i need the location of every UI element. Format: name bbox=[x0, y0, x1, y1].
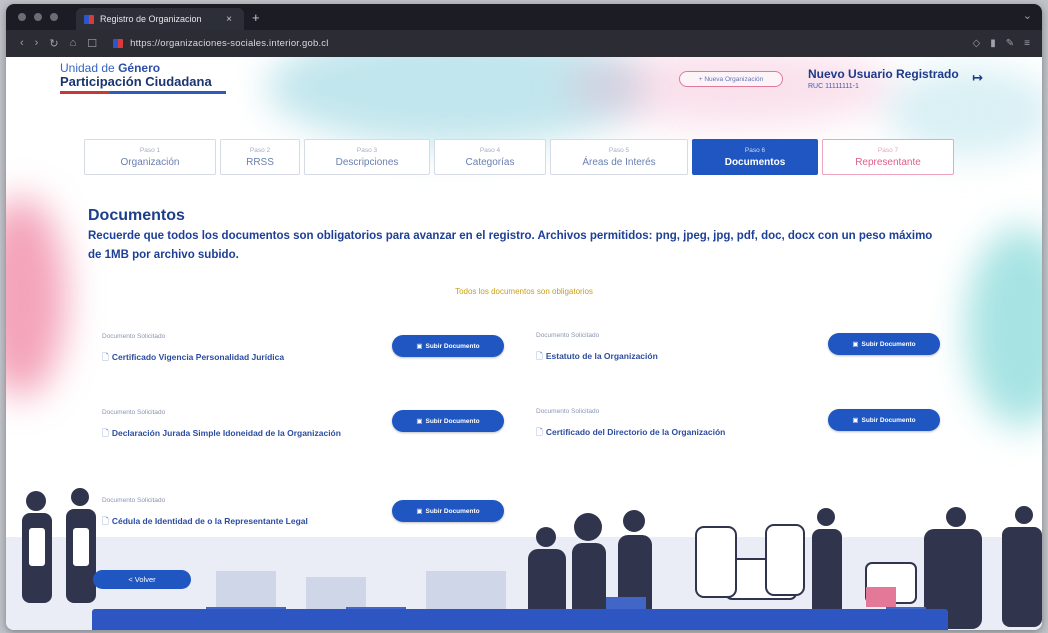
doc-requested-label: Documento Solicitado bbox=[536, 332, 600, 339]
favicon-icon bbox=[84, 14, 94, 24]
upload-icon: ▣ bbox=[416, 508, 423, 515]
back-button[interactable]: < Volver bbox=[93, 570, 191, 589]
document-item-directorio: Documento Solicitado 🗋 Certificado del Di… bbox=[536, 408, 776, 438]
new-organization-button[interactable]: + Nueva Organización bbox=[679, 71, 783, 87]
file-icon: 🗋 bbox=[102, 352, 109, 362]
document-item-estatuto: Documento Solicitado 🗋 Estatuto de la Org… bbox=[536, 332, 776, 362]
doc-name: Certificado del Directorio de la Organiz… bbox=[545, 427, 726, 437]
shield-icon[interactable]: ◇ bbox=[973, 38, 981, 49]
upload-button-directorio[interactable]: ▣ Subir Documento bbox=[828, 409, 940, 431]
step-documentos[interactable]: Paso 6 Documentos bbox=[692, 139, 818, 175]
file-icon: 🗋 bbox=[102, 428, 109, 438]
crowd-illustration bbox=[6, 488, 1042, 630]
document-item-declaracion: Documento Solicitado 🗋 Declaración Jurada… bbox=[102, 409, 342, 439]
maximize-window-dot[interactable] bbox=[50, 13, 58, 21]
upload-button-vigencia[interactable]: ▣ Subir Documento bbox=[392, 335, 504, 357]
upload-icon: ▣ bbox=[852, 417, 859, 424]
document-item-vigencia: Documento Solicitado 🗋 Certificado Vigenc… bbox=[102, 333, 342, 363]
page-content: Unidad de Género Participación Ciudadana… bbox=[6, 57, 1042, 630]
menu-icon[interactable]: ≡ bbox=[1024, 38, 1030, 49]
browser-tab[interactable]: Registro de Organizacion × bbox=[76, 8, 244, 30]
page-description: Recuerde que todos los documentos son ob… bbox=[88, 230, 933, 261]
doc-requested-label: Documento Solicitado bbox=[102, 333, 166, 340]
logo-bold: Género bbox=[118, 61, 161, 75]
upload-icon: ▣ bbox=[852, 341, 859, 348]
doc-name: Declaración Jurada Simple Idoneidad de l… bbox=[111, 428, 341, 438]
window-controls bbox=[18, 13, 58, 21]
step-areas-de-interes[interactable]: Paso 5 Áreas de Interés bbox=[550, 139, 688, 175]
upload-button-cedula[interactable]: ▣ Subir Documento bbox=[392, 500, 504, 522]
step-representante[interactable]: Paso 7 Representante bbox=[822, 139, 954, 175]
bookmark-icon[interactable]: ☐ bbox=[87, 37, 97, 50]
step-categorias[interactable]: Paso 4 Categorías bbox=[434, 139, 546, 175]
doc-requested-label: Documento Solicitado bbox=[536, 408, 600, 415]
registration-stepper: Paso 1 Organización Paso 2 RRSS Paso 3 D… bbox=[84, 139, 954, 175]
close-window-dot[interactable] bbox=[18, 13, 26, 21]
doc-requested-label: Documento Solicitado bbox=[102, 409, 166, 416]
minimize-window-dot[interactable] bbox=[34, 13, 42, 21]
footer-bar bbox=[92, 609, 948, 630]
doc-name: Estatuto de la Organización bbox=[545, 351, 658, 361]
file-icon: 🗋 bbox=[102, 516, 109, 526]
doc-requested-label: Documento Solicitado bbox=[102, 497, 166, 504]
address-bar-row: ‹ › ↻ ⌂ ☐ https://organizaciones-sociale… bbox=[6, 30, 1042, 57]
tab-close-icon[interactable]: × bbox=[226, 14, 232, 25]
extensions-icon[interactable]: ✎ bbox=[1006, 38, 1014, 49]
logo-prefix: Unidad de bbox=[60, 61, 115, 75]
url-field[interactable]: https://organizaciones-sociales.interior… bbox=[113, 38, 328, 49]
home-icon[interactable]: ⌂ bbox=[70, 37, 77, 50]
upload-button-declaracion[interactable]: ▣ Subir Documento bbox=[392, 410, 504, 432]
site-logo[interactable]: Unidad de Género Participación Ciudadana bbox=[60, 61, 226, 94]
new-tab-button[interactable]: + bbox=[252, 10, 260, 25]
back-arrow-icon[interactable]: ‹ bbox=[20, 37, 24, 50]
sidebar-icon[interactable]: ▮ bbox=[990, 38, 996, 49]
toolbar-icons: ◇ ▮ ✎ ≡ bbox=[973, 38, 1030, 49]
upload-button-estatuto[interactable]: ▣ Subir Documento bbox=[828, 333, 940, 355]
tab-list-chevron-icon[interactable]: ⌄ bbox=[1023, 9, 1032, 22]
step-descripciones[interactable]: Paso 3 Descripciones bbox=[304, 139, 430, 175]
upload-icon: ▣ bbox=[416, 343, 423, 350]
browser-window: Registro de Organizacion × + ⌄ ‹ › ↻ ⌂ ☐… bbox=[6, 4, 1042, 630]
url-text: https://organizaciones-sociales.interior… bbox=[130, 38, 329, 49]
user-id: RUC 11111111-1 bbox=[808, 83, 859, 90]
doc-name: Certificado Vigencia Personalidad Jurídi… bbox=[111, 352, 285, 362]
reload-icon[interactable]: ↻ bbox=[49, 37, 58, 50]
nav-buttons: ‹ › ↻ ⌂ ☐ bbox=[20, 37, 97, 50]
step-rrss[interactable]: Paso 2 RRSS bbox=[220, 139, 300, 175]
logout-icon[interactable]: ↦ bbox=[972, 70, 983, 86]
tab-title: Registro de Organizacion bbox=[100, 14, 202, 24]
user-name: Nuevo Usuario Registrado bbox=[808, 67, 959, 81]
doc-name: Cédula de Identidad de o la Representant… bbox=[111, 516, 308, 526]
forward-arrow-icon[interactable]: › bbox=[35, 37, 39, 50]
logo-underline bbox=[60, 91, 226, 94]
document-item-cedula: Documento Solicitado 🗋 Cédula de Identida… bbox=[102, 497, 342, 527]
required-notice: Todos los documentos son obligatorios bbox=[455, 287, 593, 296]
browser-titlebar: Registro de Organizacion × + ⌄ bbox=[6, 4, 1042, 30]
step-organizacion[interactable]: Paso 1 Organización bbox=[84, 139, 216, 175]
file-icon: 🗋 bbox=[536, 427, 543, 437]
user-info: Nuevo Usuario Registrado RUC 11111111-1 bbox=[808, 67, 959, 90]
upload-icon: ▣ bbox=[416, 418, 423, 425]
site-favicon-icon bbox=[113, 39, 124, 48]
file-icon: 🗋 bbox=[536, 351, 543, 361]
page-title: Documentos bbox=[88, 207, 185, 224]
logo-main-text: Participación Ciudadana bbox=[60, 74, 212, 89]
